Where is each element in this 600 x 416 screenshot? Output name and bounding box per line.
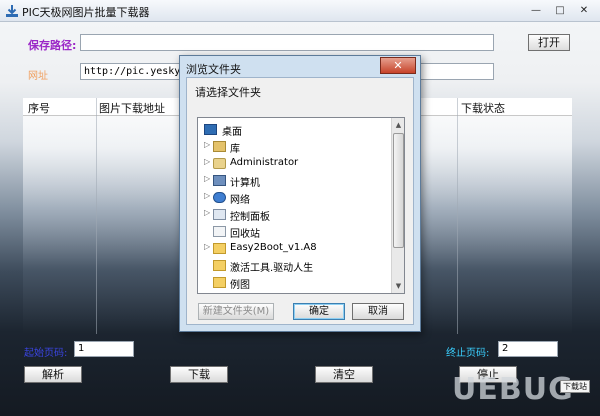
- maximize-button[interactable]: □: [548, 3, 572, 18]
- expand-arrow-icon[interactable]: ▷: [204, 191, 210, 200]
- parse-button[interactable]: 解析: [24, 366, 82, 383]
- column-header-image-url[interactable]: 图片下载地址: [99, 100, 165, 116]
- control-panel-icon: [213, 209, 226, 220]
- tree-item-label: 网络: [230, 195, 250, 206]
- end-page-input[interactable]: 2: [498, 341, 558, 357]
- folder-icon: [213, 277, 226, 288]
- start-page-input[interactable]: 1: [74, 341, 134, 357]
- url-label: 网址: [28, 71, 48, 82]
- download-button[interactable]: 下载: [170, 366, 228, 383]
- scroll-thumb[interactable]: [393, 133, 404, 248]
- tree-item-administrator[interactable]: ▷ Administrator: [198, 156, 390, 172]
- save-path-label: 保存路径:: [28, 39, 77, 52]
- tree-item-label: 例图: [230, 280, 250, 291]
- tree-item-sample-images[interactable]: 例图: [198, 275, 390, 291]
- browse-folder-dialog: 浏览文件夹 ✕ 请选择文件夹 桌面 ▷ 库 ▷ Administrator ▷ …: [179, 55, 421, 332]
- dialog-title: 浏览文件夹: [186, 63, 241, 76]
- new-folder-button[interactable]: 新建文件夹(M): [198, 303, 274, 320]
- tree-item-network[interactable]: ▷ 网络: [198, 190, 390, 206]
- library-icon: [213, 141, 226, 152]
- folder-icon: [213, 243, 226, 254]
- title-bar: PIC天极网图片批量下载器 — □ ✕: [0, 0, 600, 22]
- tree-item-easy2boot[interactable]: ▷ Easy2Boot_v1.A8: [198, 241, 390, 257]
- tree-item-label: 激活工具.驱动人生: [230, 263, 314, 274]
- open-button[interactable]: 打开: [528, 34, 570, 51]
- recycle-bin-icon: [213, 226, 226, 237]
- expand-arrow-icon[interactable]: ▷: [204, 208, 210, 217]
- tree-item-computer[interactable]: ▷ 计算机: [198, 173, 390, 189]
- expand-arrow-icon[interactable]: ▷: [204, 140, 210, 149]
- expand-arrow-icon[interactable]: ▷: [204, 157, 210, 166]
- column-divider: [457, 98, 458, 334]
- close-button[interactable]: ✕: [572, 3, 596, 18]
- tree-item-library[interactable]: ▷ 库: [198, 139, 390, 155]
- save-path-input[interactable]: [80, 34, 494, 51]
- dialog-instruction: 请选择文件夹: [195, 86, 261, 99]
- minimize-button[interactable]: —: [524, 3, 548, 18]
- tree-item-activation-tools[interactable]: 激活工具.驱动人生: [198, 258, 390, 274]
- window-title: PIC天极网图片批量下载器: [22, 6, 150, 19]
- tree-item-recycle-bin[interactable]: 回收站: [198, 224, 390, 240]
- scroll-up-icon[interactable]: ▲: [392, 118, 404, 132]
- end-page-label: 终止页码:: [446, 348, 490, 359]
- network-icon: [213, 192, 226, 203]
- computer-icon: [213, 175, 226, 186]
- tree-item-label: 桌面: [222, 127, 242, 138]
- expand-arrow-icon[interactable]: ▷: [204, 242, 210, 251]
- column-divider: [96, 98, 97, 334]
- tree-item-label: 库: [230, 144, 240, 155]
- clear-button[interactable]: 清空: [315, 366, 373, 383]
- tree-item-label: Administrator: [230, 157, 299, 168]
- dialog-close-button[interactable]: ✕: [380, 57, 416, 74]
- site-watermark: UEBUG: [452, 372, 574, 407]
- folder-icon: [213, 260, 226, 271]
- tree-item-control-panel[interactable]: ▷ 控制面板: [198, 207, 390, 223]
- tree-vertical-scrollbar[interactable]: ▲ ▼: [391, 118, 404, 293]
- tree-item-label: 计算机: [230, 178, 260, 189]
- ok-button[interactable]: 确定: [293, 303, 345, 320]
- expand-arrow-icon[interactable]: ▷: [204, 174, 210, 183]
- folder-tree[interactable]: 桌面 ▷ 库 ▷ Administrator ▷ 计算机 ▷ 网络 ▷ 控制面板…: [197, 117, 405, 294]
- watermark-badge: 下载站: [560, 380, 590, 393]
- start-page-label: 起始页码:: [24, 348, 68, 359]
- dialog-body: 请选择文件夹 桌面 ▷ 库 ▷ Administrator ▷ 计算机 ▷ 网络…: [186, 77, 414, 325]
- column-header-status[interactable]: 下载状态: [461, 100, 505, 116]
- user-folder-icon: [213, 158, 226, 169]
- cancel-button[interactable]: 取消: [352, 303, 404, 320]
- app-download-icon: [6, 5, 18, 17]
- column-header-index[interactable]: 序号: [28, 100, 50, 116]
- tree-item-label: 回收站: [230, 229, 260, 240]
- scroll-down-icon[interactable]: ▼: [392, 279, 404, 293]
- desktop-icon: [204, 124, 217, 135]
- tree-item-label: 控制面板: [230, 212, 270, 223]
- tree-item-label: Easy2Boot_v1.A8: [230, 242, 317, 253]
- tree-item-desktop[interactable]: 桌面: [198, 122, 390, 138]
